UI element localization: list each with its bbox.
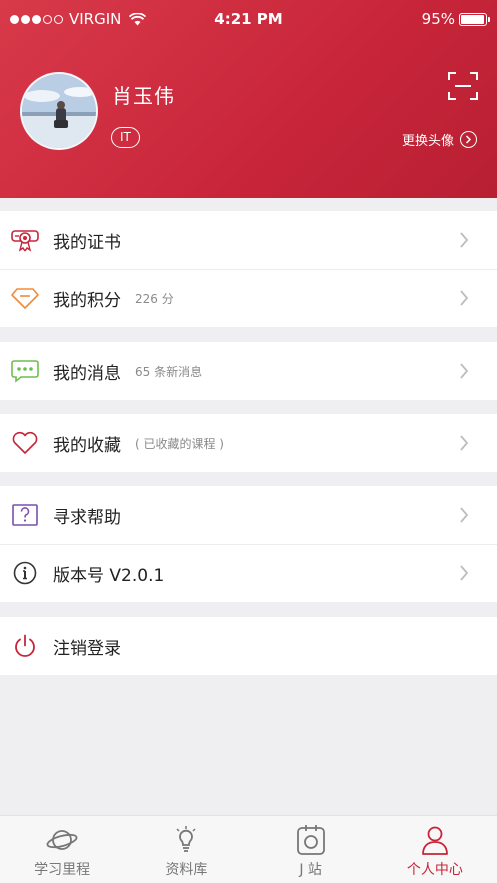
- person-icon: [419, 824, 451, 856]
- diamond-icon: [11, 284, 39, 312]
- j-station-icon: [295, 824, 327, 856]
- menu-item-favorites[interactable]: 我的收藏 ( 已收藏的课程 ): [0, 414, 497, 472]
- avatar[interactable]: [20, 72, 98, 150]
- logout-label: 注销登录: [53, 638, 121, 659]
- battery-icon: [459, 12, 490, 26]
- tab-label: 个人中心: [406, 862, 463, 878]
- avatar-photo: [22, 74, 96, 148]
- chevron-right-icon: [460, 290, 469, 306]
- menu-item-version[interactable]: 版本号 V2.0.1: [0, 544, 497, 602]
- scan-icon[interactable]: [447, 70, 479, 102]
- certificates-label: 我的证书: [53, 232, 121, 253]
- chevron-right-circle-icon: [460, 131, 477, 148]
- help-label: 寻求帮助: [53, 507, 121, 528]
- user-name: 肖玉伟: [112, 84, 175, 108]
- user-tag: IT: [111, 127, 140, 148]
- message-icon: [11, 357, 39, 385]
- menu-section-logout: 注销登录: [0, 617, 497, 675]
- power-icon: [11, 632, 39, 660]
- change-avatar-label: 更换头像: [401, 134, 454, 149]
- chevron-right-icon: [460, 363, 469, 379]
- menu-item-help[interactable]: 寻求帮助: [0, 486, 497, 544]
- menu-item-logout[interactable]: 注销登录: [0, 617, 497, 675]
- chevron-right-icon: [460, 232, 469, 248]
- chevron-right-icon: [460, 565, 469, 581]
- tab-label: J 站: [299, 862, 322, 878]
- status-bar: VIRGIN 4:21 PM 95%: [0, 0, 497, 40]
- tab-label: 资料库: [165, 862, 208, 878]
- messages-label: 我的消息: [53, 363, 121, 384]
- menu-section-achievements: 我的证书 我的积分 226 分: [0, 211, 497, 327]
- tab-personal-center[interactable]: 个人中心: [373, 816, 497, 883]
- tab-j-station[interactable]: J 站: [249, 816, 373, 883]
- question-icon: [11, 501, 39, 529]
- menu-item-points[interactable]: 我的积分 226 分: [0, 269, 497, 327]
- profile-header: VIRGIN 4:21 PM 95% 肖玉伟 IT 更换头像: [0, 0, 497, 198]
- version-label: 版本号 V2.0.1: [53, 565, 165, 586]
- tab-learning-journey[interactable]: 学习里程: [0, 816, 124, 883]
- planet-icon: [46, 824, 78, 856]
- menu-section-support: 寻求帮助 版本号 V2.0.1: [0, 486, 497, 602]
- heart-icon: [11, 429, 39, 457]
- menu-item-messages[interactable]: 我的消息 65 条新消息: [0, 342, 497, 400]
- battery-percent: 95%: [421, 10, 455, 28]
- change-avatar-button[interactable]: 更换头像: [402, 130, 477, 149]
- chevron-right-icon: [460, 435, 469, 451]
- points-label: 我的积分: [53, 290, 121, 311]
- favorites-hint: ( 已收藏的课程 ): [135, 436, 224, 451]
- menu-section-messages: 我的消息 65 条新消息: [0, 342, 497, 400]
- lightbulb-icon: [170, 824, 202, 856]
- battery-fill: [461, 14, 484, 24]
- status-right: 95%: [421, 10, 490, 28]
- tab-label: 学习里程: [34, 862, 91, 878]
- chevron-right-icon: [460, 507, 469, 523]
- tab-bar: 学习里程 资料库 J 站 个人中心: [0, 815, 497, 883]
- tab-library[interactable]: 资料库: [124, 816, 248, 883]
- menu-section-favorites: 我的收藏 ( 已收藏的课程 ): [0, 414, 497, 472]
- certificate-icon: [11, 226, 39, 254]
- points-value: 226 分: [135, 291, 174, 306]
- messages-count: 65 条新消息: [135, 364, 203, 379]
- menu-item-certificates[interactable]: 我的证书: [0, 211, 497, 269]
- info-icon: [11, 559, 39, 587]
- favorites-label: 我的收藏: [53, 435, 121, 456]
